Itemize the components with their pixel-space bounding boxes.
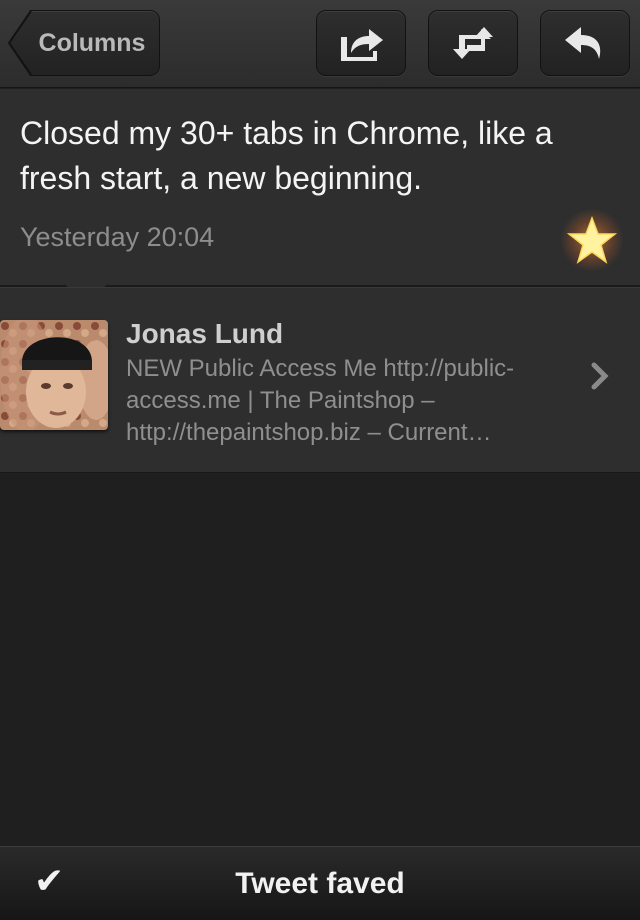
tweet-timestamp: Yesterday 20:04 xyxy=(20,222,215,252)
favorite-star-icon[interactable] xyxy=(560,208,624,272)
tweet-text: Closed my 30+ tabs in Chrome, like a fre… xyxy=(20,115,553,196)
user-row[interactable]: Jonas Lund NEW Public Access Me http://p… xyxy=(0,287,640,473)
reply-button[interactable] xyxy=(540,10,630,76)
share-button[interactable] xyxy=(316,10,406,76)
retweet-button[interactable] xyxy=(428,10,518,76)
user-name: Jonas Lund xyxy=(126,318,284,349)
user-bio: NEW Public Access Me http://public-acces… xyxy=(126,355,515,446)
top-navigation-bar: Columns xyxy=(0,0,640,88)
avatar[interactable] xyxy=(0,320,108,430)
back-button-columns[interactable]: Columns xyxy=(8,10,160,76)
tweet-panel: Closed my 30+ tabs in Chrome, like a fre… xyxy=(0,89,640,286)
tweet-detail-screen: Columns Closed my 30+ tabs in Chrome, li… xyxy=(0,0,640,920)
share-icon xyxy=(341,29,383,61)
toast-message: Tweet faved xyxy=(235,867,405,900)
retweet-icon xyxy=(453,27,493,59)
status-toast: ✔ Tweet faved xyxy=(0,846,640,920)
chevron-right-icon xyxy=(591,362,609,390)
back-button-label: Columns xyxy=(38,28,146,57)
reply-icon xyxy=(565,27,601,59)
